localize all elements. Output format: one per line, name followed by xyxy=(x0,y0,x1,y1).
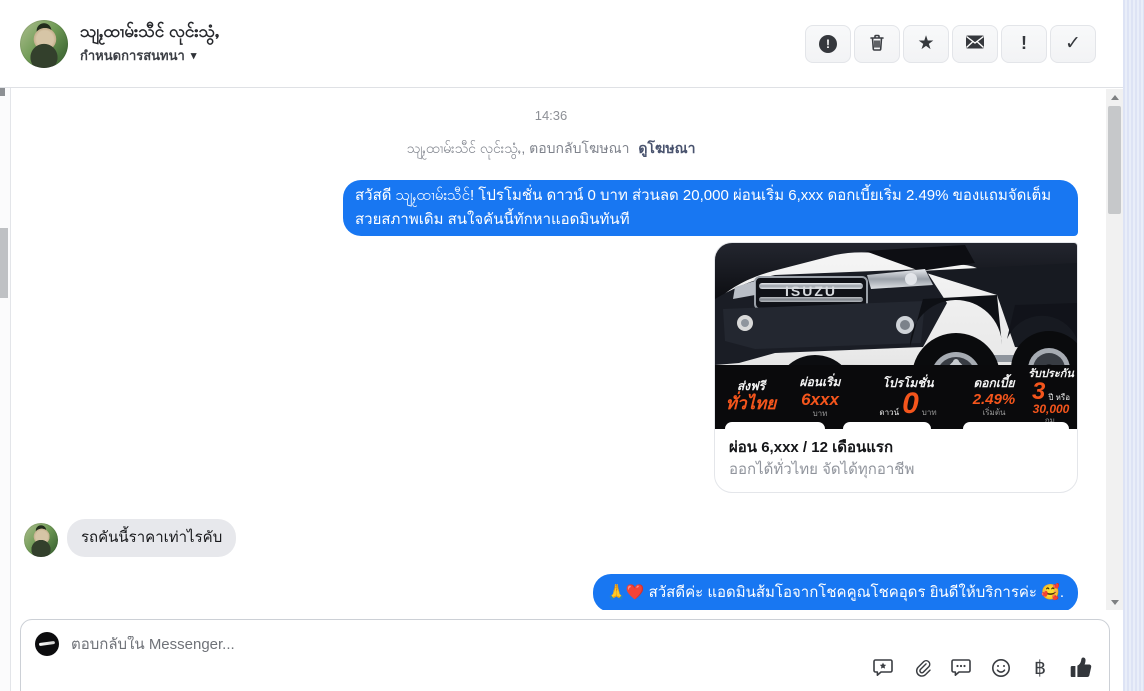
incoming-message-row: รถคันนี้ราคาเท่าไรคับ xyxy=(24,519,1078,557)
exclamation-circle-icon: ! xyxy=(819,34,837,53)
page-background-strip xyxy=(1123,0,1144,691)
contact-name[interactable]: သျႂႇထၢမ်းသီင် လုင်းသွံႇ xyxy=(80,21,219,42)
ribbon-warranty: รับประกัน 3 ปี หรือ 30,000 กม. xyxy=(1028,368,1074,426)
ribbon-installment: ผ่อนเริ่ม 6xxx บาท xyxy=(799,374,841,419)
conversation-schedule-dropdown[interactable]: กำหนดการสนทนา ▾ xyxy=(80,45,196,66)
ad-context-sender: သျႂႇထၢမ်းသီင် လုင်းသွံႇ xyxy=(406,140,522,156)
ad-context-line: သျႂႇထၢမ်းသီင် လုင်းသွံႇ, ตอบกลับโฆษณา ดู… xyxy=(24,138,1078,160)
ad-card-meta: ผ่อน 6,xxx / 12 เดือนแรก ออกได้ทั่วไทย จ… xyxy=(715,429,1077,492)
like-icon[interactable] xyxy=(1067,654,1095,682)
mark-done-button[interactable]: ✓ xyxy=(1050,24,1096,63)
promo-ribbon: ส่งฟรี ทั่วไทย ผ่อนเริ่ม 6xxx บาท โปรโมช… xyxy=(715,365,1077,429)
ribbon-tab xyxy=(963,422,1069,429)
ad-context-text: , ตอบกลับโฆษณา xyxy=(521,140,630,156)
ribbon-free-shipping: ส่งฟรี ทั่วไทย xyxy=(725,379,777,414)
isuzu-logo-text: ISUZU xyxy=(785,283,837,299)
exclamation-icon: ! xyxy=(1021,33,1027,53)
outgoing-message-row: สวัสดี သျႂႇထၢမ်းသီင်! โปรโมชั่น ดาวน์ 0 … xyxy=(24,160,1078,236)
envelope-icon xyxy=(965,34,985,53)
contact-avatar[interactable] xyxy=(20,19,68,68)
check-icon: ✓ xyxy=(1065,33,1081,54)
ribbon-promotion: โปรโมชั่น ดาวน์ 0 บาท xyxy=(879,375,937,421)
incoming-message-bubble[interactable]: รถคันนี้ราคาเท่าไรคับ xyxy=(67,519,237,557)
saved-reply-icon[interactable] xyxy=(872,656,896,680)
scrollbar-thumb[interactable] xyxy=(1108,106,1121,214)
message-list[interactable]: 14:36 သျႂႇထၢမ်းသီင် လုင်းသွံႇ, ตอบกลับโฆ… xyxy=(12,89,1106,610)
chevron-down-icon: ▾ xyxy=(190,50,197,63)
conversation-actions: ! ★ ! ✓ xyxy=(805,24,1096,63)
ad-card-subtitle: ออกได้ทั่วไทย จัดได้ทุกอาชีพ xyxy=(729,461,915,478)
dropdown-label: กำหนดการสนทนา xyxy=(80,48,185,64)
ad-card[interactable]: ISUZU ส่งฟรี ทั่วไทย ผ่อนเริ่ม 6xxx บาท … xyxy=(714,242,1078,493)
scroll-up-button[interactable] xyxy=(1106,89,1123,105)
mark-unread-button[interactable] xyxy=(952,24,998,63)
attach-icon[interactable] xyxy=(911,656,935,680)
left-scrollbar-thumb[interactable] xyxy=(0,228,8,298)
trash-icon xyxy=(868,33,886,55)
ribbon-tab xyxy=(843,422,931,429)
report-button[interactable]: ! xyxy=(805,24,851,63)
delete-button[interactable] xyxy=(854,24,900,63)
ribbon-tab xyxy=(725,422,825,429)
timestamp: 14:36 xyxy=(534,108,568,123)
contact-info: သျႂႇထၢမ်းသီင် လုင်းသွံႇ กำหนดการสนทนา ▾ xyxy=(20,19,219,68)
ad-card-title: ผ่อน 6,xxx / 12 เดือนแรก xyxy=(729,439,894,456)
contact-avatar-small[interactable] xyxy=(24,523,58,557)
emoji-icon[interactable] xyxy=(989,656,1013,680)
left-scrollbar-mark xyxy=(0,87,5,96)
composer-toolbar: ฿ xyxy=(872,654,1095,682)
chat-scrollbar[interactable] xyxy=(1106,89,1123,610)
left-panel-scrollbar[interactable] xyxy=(0,0,11,691)
composer: ฿ xyxy=(20,619,1110,691)
outgoing-greeting-bubble[interactable]: 🙏❤️ สวัสดีค่ะ แอดมินส้มโอจากโชคคูณโชคอุด… xyxy=(593,574,1078,610)
payment-icon[interactable]: ฿ xyxy=(1028,656,1052,680)
truck-photo: ISUZU ส่งฟรี ทั่วไทย ผ่อนเริ่ม 6xxx บาท … xyxy=(715,243,1077,429)
view-ad-link[interactable]: ดูโฆษณา xyxy=(638,140,695,156)
outgoing-promo-bubble[interactable]: สวัสดี သျႂႇထၢမ်းသီင်! โปรโมชั่น ดาวน์ 0 … xyxy=(343,180,1078,236)
messenger-chat-window: သျႂႇထၢမ်းသီင် လုင်းသွံႇ กำหนดการสนทนา ▾ … xyxy=(0,0,1144,691)
page-logo-avatar xyxy=(35,632,59,656)
mark-spam-button[interactable]: ! xyxy=(1001,24,1047,63)
chat-header: သျႂႇထၢမ်းသီင် လုင်းသွံႇ กำหนดการสนทนา ▾ … xyxy=(0,0,1123,88)
quick-replies-icon[interactable] xyxy=(950,656,974,680)
star-icon: ★ xyxy=(917,33,935,54)
outgoing-greeting-row: 🙏❤️ สวัสดีค่ะ แอดมินส้มโอจากโชคคูณโชคอุด… xyxy=(24,557,1078,610)
star-button[interactable]: ★ xyxy=(903,24,949,63)
scroll-down-button[interactable] xyxy=(1106,594,1123,610)
reply-input[interactable] xyxy=(71,635,1095,653)
ad-card-row: ISUZU ส่งฟรี ทั่วไทย ผ่อนเริ่ม 6xxx บาท … xyxy=(24,236,1078,493)
ribbon-interest: ดอกเบี้ย 2.49% เริ่มต้น xyxy=(972,375,1016,417)
